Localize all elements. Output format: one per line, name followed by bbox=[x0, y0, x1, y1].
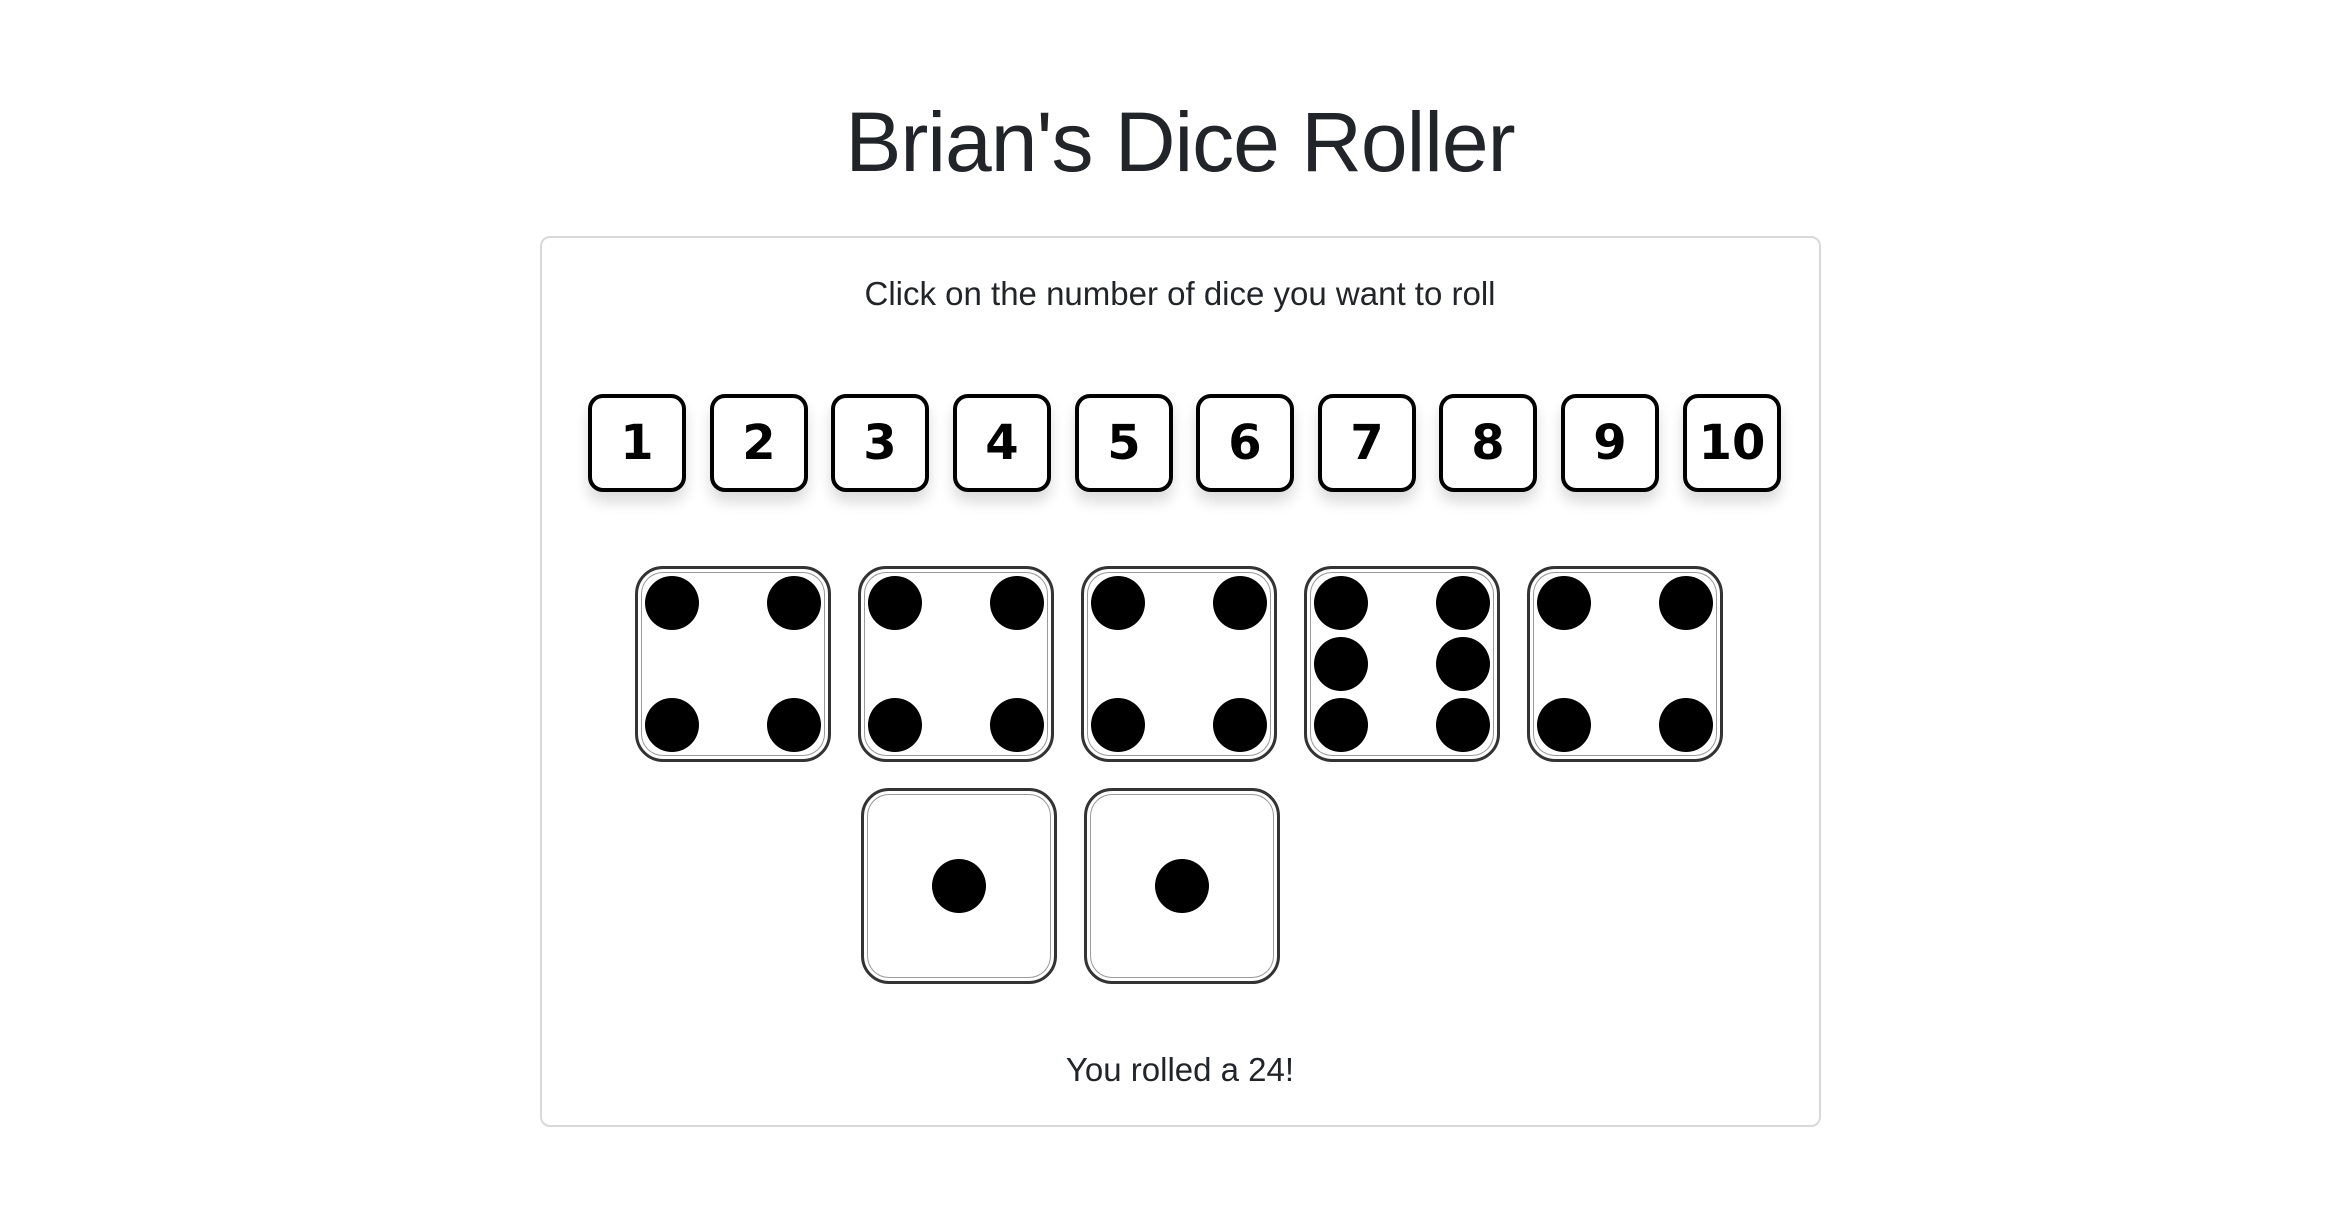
die-1 bbox=[635, 566, 831, 762]
dice-count-button-5[interactable]: 5 bbox=[1075, 394, 1173, 492]
die-pip bbox=[1436, 576, 1490, 630]
roll-result-text: You rolled a 24! bbox=[1065, 1051, 1295, 1088]
die-pip bbox=[767, 698, 821, 752]
die-pip bbox=[868, 576, 922, 630]
die-pip bbox=[1537, 576, 1591, 630]
dice-count-button-8[interactable]: 8 bbox=[1439, 394, 1537, 492]
die-pip bbox=[1213, 698, 1267, 752]
dice-count-button-7[interactable]: 7 bbox=[1318, 394, 1416, 492]
die-6 bbox=[860, 788, 1057, 984]
die-pip bbox=[645, 698, 699, 752]
die-pip bbox=[767, 576, 821, 630]
die-pip bbox=[1436, 637, 1490, 691]
die-pip bbox=[1436, 698, 1490, 752]
die-2 bbox=[858, 566, 1054, 762]
die-pip bbox=[1659, 576, 1713, 630]
die-pip bbox=[1091, 576, 1145, 630]
die-pip bbox=[1314, 576, 1368, 630]
dice-count-button-4[interactable]: 4 bbox=[953, 394, 1051, 492]
dice-count-button-2[interactable]: 2 bbox=[710, 394, 808, 492]
die-pip bbox=[1314, 698, 1368, 752]
die-3 bbox=[1081, 566, 1277, 762]
die-4 bbox=[1304, 566, 1500, 762]
die-pip bbox=[1154, 859, 1209, 913]
die-pip bbox=[645, 576, 699, 630]
die-pip bbox=[1314, 637, 1368, 691]
die-pip bbox=[931, 859, 986, 913]
dice-count-button-10[interactable]: 10 bbox=[1683, 394, 1781, 492]
die-pip bbox=[1091, 698, 1145, 752]
die-5 bbox=[1527, 566, 1723, 762]
die-7 bbox=[1083, 788, 1280, 984]
die-pip bbox=[868, 698, 922, 752]
die-pip bbox=[990, 698, 1044, 752]
page-title: Brian's Dice Roller bbox=[845, 95, 1515, 189]
die-pip bbox=[1537, 698, 1591, 752]
instruction-text: Click on the number of dice you want to … bbox=[864, 275, 1496, 312]
dice-count-button-1[interactable]: 1 bbox=[588, 394, 686, 492]
dice-count-button-9[interactable]: 9 bbox=[1561, 394, 1659, 492]
die-pip bbox=[990, 576, 1044, 630]
dice-count-button-6[interactable]: 6 bbox=[1196, 394, 1294, 492]
die-pip bbox=[1659, 698, 1713, 752]
die-pip bbox=[1213, 576, 1267, 630]
dice-count-button-3[interactable]: 3 bbox=[831, 394, 929, 492]
